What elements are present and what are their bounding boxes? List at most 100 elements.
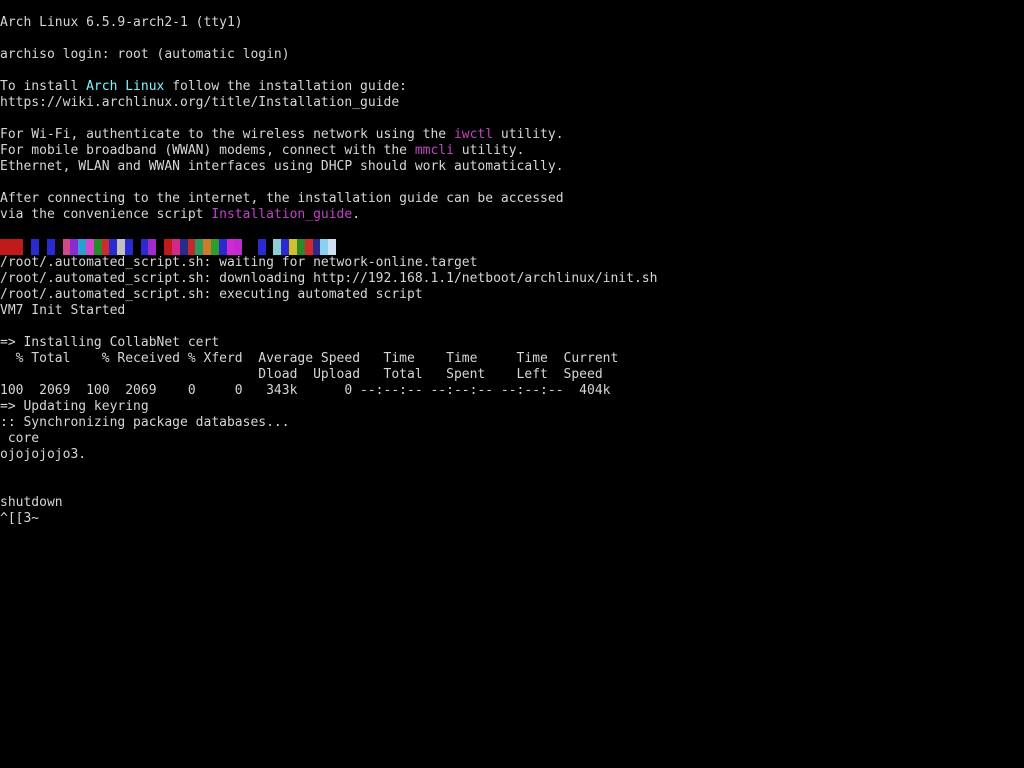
console-text: Dload Upload Total Spent Left Speed (0, 367, 603, 382)
garbled-block (117, 239, 125, 255)
garbled-block (296, 239, 305, 255)
garbled-block (234, 239, 243, 255)
garbled-block (101, 239, 110, 255)
highlighted-text: Arch Linux (86, 79, 165, 94)
garbled-block (7, 239, 16, 255)
garbled-block (273, 239, 282, 255)
garbled-block (23, 239, 32, 255)
console-text: After connecting to the internet, the in… (0, 191, 564, 206)
garbled-block (125, 239, 133, 255)
console-line: After connecting to the internet, the in… (0, 191, 1024, 207)
console-line: https://wiki.archlinux.org/title/Install… (0, 95, 1024, 111)
console-line: To install Arch Linux follow the install… (0, 79, 1024, 95)
garbled-block (140, 239, 149, 255)
garbled-block (85, 239, 94, 255)
console-text: via the convenience script (0, 207, 212, 222)
console-text: ojojojojo3. (0, 447, 87, 462)
console-text: 100 2069 100 2069 0 0 343k 0 --:--:-- --… (0, 383, 611, 398)
garbled-block (15, 239, 24, 255)
console-line: /root/.automated_script.sh: downloading … (0, 271, 1024, 287)
garbled-block (265, 239, 274, 255)
console-text: Ethernet, WLAN and WWAN interfaces using… (0, 159, 564, 174)
garbled-block (179, 239, 188, 255)
console-text: => Installing CollabNet cert (0, 335, 220, 350)
garbled-block (93, 239, 102, 255)
garbled-block (46, 239, 55, 255)
console-text: /root/.automated_script.sh: executing au… (0, 287, 423, 302)
console-text: => Updating keyring (0, 399, 149, 414)
garbled-block (62, 239, 71, 255)
garbled-block (250, 239, 258, 255)
console-line: => Updating keyring (0, 399, 1024, 415)
console-line: shutdown (0, 495, 1024, 511)
garbled-block (257, 239, 266, 255)
console-text: follow the installation guide: (164, 79, 408, 94)
console-line: ojojojojo3. (0, 447, 1024, 463)
console-output: Arch Linux 6.5.9-arch2-1 (tty1) archiso l… (0, 15, 1024, 527)
command-name-text: mmcli (414, 143, 454, 158)
garbled-block (320, 239, 329, 255)
console-line: :: Synchronizing package databases... (0, 415, 1024, 431)
garbled-block (226, 239, 235, 255)
garbled-block (78, 239, 86, 255)
console-text: For Wi-Fi, authenticate to the wireless … (0, 127, 454, 142)
garbled-block (0, 239, 8, 255)
garbled-block (328, 239, 336, 255)
console-text: utility. (493, 127, 564, 142)
tty-console-screen[interactable]: Arch Linux 6.5.9-arch2-1 (tty1) archiso l… (0, 0, 1024, 768)
command-name-text: Installation_guide (211, 207, 353, 222)
console-line: Dload Upload Total Spent Left Speed (0, 367, 1024, 383)
console-line: % Total % Received % Xferd Average Speed… (0, 351, 1024, 367)
console-line: archiso login: root (automatic login) (0, 47, 1024, 63)
console-text: https://wiki.archlinux.org/title/Install… (0, 95, 400, 110)
console-text: utility. (453, 143, 525, 158)
garbled-block (70, 239, 79, 255)
console-line: /root/.automated_script.sh: waiting for … (0, 255, 1024, 271)
console-line: For Wi-Fi, authenticate to the wireless … (0, 127, 1024, 143)
garbled-block (148, 239, 157, 255)
console-text: ^[[3~ (0, 511, 40, 526)
garbled-block (242, 239, 250, 255)
garbled-block (31, 239, 40, 255)
command-name-text: iwctl (453, 127, 494, 142)
console-text: :: Synchronizing package databases... (0, 415, 290, 430)
console-text: To install (0, 79, 87, 94)
garbled-block (39, 239, 47, 255)
garbled-block (187, 239, 196, 255)
garbled-block (156, 239, 165, 255)
garbled-block (164, 239, 172, 255)
console-line: Arch Linux 6.5.9-arch2-1 (tty1) (0, 15, 1024, 31)
console-line: Ethernet, WLAN and WWAN interfaces using… (0, 159, 1024, 175)
console-line: For mobile broadband (WWAN) modems, conn… (0, 143, 1024, 159)
console-line: core (0, 431, 1024, 447)
console-text: Arch Linux 6.5.9-arch2-1 (tty1) (0, 15, 243, 30)
garbled-block (132, 239, 141, 255)
console-text: core (0, 431, 40, 446)
garbled-block (218, 239, 227, 255)
console-text: VM7 Init Started (0, 303, 126, 318)
garbled-block (109, 239, 118, 255)
garbled-block (312, 239, 321, 255)
console-line: via the convenience script Installation_… (0, 207, 1024, 223)
console-line: /root/.automated_script.sh: executing au… (0, 287, 1024, 303)
garbled-block (54, 239, 63, 255)
console-line: 100 2069 100 2069 0 0 343k 0 --:--:-- --… (0, 383, 1024, 399)
console-line: VM7 Init Started (0, 303, 1024, 319)
garbled-output-line (0, 239, 1024, 255)
garbled-block (203, 239, 211, 255)
garbled-block (281, 239, 290, 255)
console-text: /root/.automated_script.sh: downloading … (0, 271, 658, 286)
garbled-block (171, 239, 180, 255)
console-line: ^[[3~ (0, 511, 1024, 527)
console-text: . (352, 207, 361, 222)
console-text: shutdown (0, 495, 63, 510)
garbled-block (289, 239, 297, 255)
console-line: => Installing CollabNet cert (0, 335, 1024, 351)
